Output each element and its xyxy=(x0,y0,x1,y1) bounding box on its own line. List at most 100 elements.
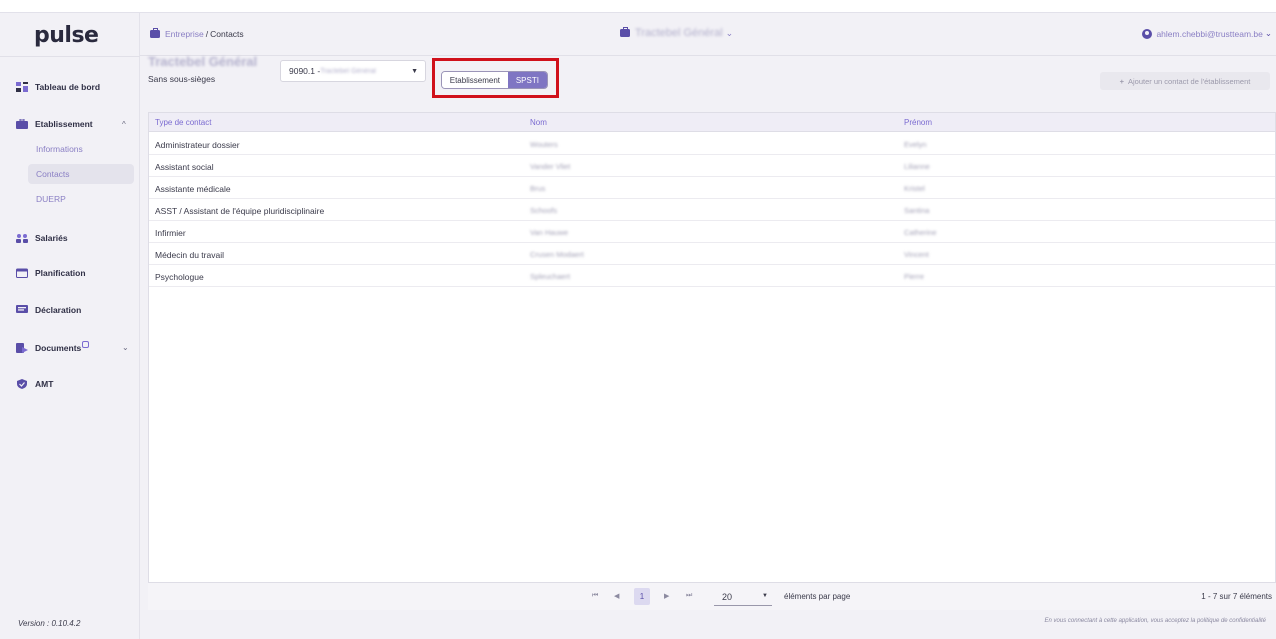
sidebar-item-dashboard[interactable]: Tableau de bord xyxy=(16,78,100,96)
cell-prenom: Lilianne xyxy=(904,162,930,171)
cell-type: Infirmier xyxy=(155,228,186,238)
caret-down-icon: ▼ xyxy=(411,68,418,75)
select-code: 9090.1 - xyxy=(289,66,321,76)
cell-nom: Van Hauwe xyxy=(530,228,569,237)
sidebar-item-declaration[interactable]: Déclaration xyxy=(16,301,81,319)
document-icon xyxy=(16,343,28,353)
last-page-icon[interactable]: ⏭ xyxy=(686,592,692,600)
select-value: Tractebel Général xyxy=(320,67,376,75)
prev-page-icon[interactable]: ◀ xyxy=(614,592,619,600)
cell-nom: Brus xyxy=(530,184,546,193)
cell-prenom: Catherine xyxy=(904,228,937,237)
users-icon xyxy=(16,234,28,243)
sidebar-item-label: Etablissement xyxy=(35,119,93,129)
sidebar-item-etablissement[interactable]: Etablissement xyxy=(16,115,93,133)
sidebar-item-label: Tableau de bord xyxy=(35,82,101,92)
sidebar-item-documents[interactable]: Documents xyxy=(16,339,90,357)
table-row[interactable]: ASST / Assistant de l'équipe pluridiscip… xyxy=(149,199,1275,221)
chevron-down-icon[interactable]: ⌄ xyxy=(122,343,129,352)
sidebar-item-label: AMT xyxy=(35,379,54,389)
table-row[interactable]: Infirmier Van Hauwe Catherine xyxy=(149,221,1275,243)
establishment-select[interactable]: 9090.1 - Tractebel Général ▼ xyxy=(280,60,426,82)
cell-prenom: Santina xyxy=(904,206,930,215)
briefcase-icon xyxy=(620,27,630,37)
top-strip xyxy=(560,0,1060,12)
sidebar-subitem-informations[interactable]: Informations xyxy=(28,139,134,159)
establishment-header: Tractebel Général Sans sous-sièges xyxy=(148,54,257,84)
establishment-title: Tractebel Général xyxy=(148,54,258,69)
sidebar-item-label: Documents xyxy=(35,343,82,353)
add-contact-button[interactable]: + Ajouter un contact de l'établissement xyxy=(1100,72,1270,90)
first-page-icon[interactable]: ⏮ xyxy=(592,592,598,600)
pulse-logo[interactable]: pulse xyxy=(34,23,99,48)
establishment-subtitle: Sans sous-sièges xyxy=(148,74,216,84)
page-button-current[interactable]: 1 xyxy=(634,588,650,605)
cell-nom: Wouters xyxy=(530,140,558,149)
briefcase-icon xyxy=(16,119,28,129)
breadcrumb-link-entreprise[interactable]: Entreprise xyxy=(165,29,204,39)
table-row[interactable]: Administrateur dossier Wouters Evelyn xyxy=(149,133,1275,155)
logo-divider xyxy=(0,56,140,57)
sidebar-subitem-duerp[interactable]: DUERP xyxy=(28,189,134,209)
pagination-bar: ⏮ ◀ 1 ▶ ⏭ 20 ▼ éléments par page 1 - 7 s… xyxy=(148,582,1276,610)
breadcrumb-current: Contacts xyxy=(210,29,244,39)
sidebar: pulse Tableau de bord Etablissement ^ In… xyxy=(0,13,140,639)
cell-nom: Spleuchaert xyxy=(530,272,571,281)
column-header-type[interactable]: Type de contact xyxy=(155,118,211,127)
privacy-notice: En vous connectant à cette application, … xyxy=(1044,618,1266,624)
cell-type: Psychologue xyxy=(155,272,204,282)
table-header: Type de contact Nom Prénom xyxy=(149,113,1275,132)
message-icon xyxy=(16,305,28,313)
calendar-icon xyxy=(16,268,28,278)
contact-source-toggle: Etablissement SPSTI xyxy=(441,71,548,89)
sidebar-item-label: Planification xyxy=(35,268,86,278)
per-page-label: éléments par page xyxy=(784,592,851,601)
app-version: Version : 0.10.4.2 xyxy=(18,619,81,628)
cell-prenom: Evelyn xyxy=(904,140,927,149)
breadcrumb-separator: / xyxy=(205,29,209,39)
cell-nom: Schoofs xyxy=(530,206,558,215)
user-email: ahlem.chebbi@trustteam.be xyxy=(1156,28,1263,39)
cell-type: Médecin du travail xyxy=(155,250,224,260)
cell-prenom: Pierre xyxy=(904,272,925,281)
cell-prenom: Vincent xyxy=(904,250,929,259)
sidebar-item-planification[interactable]: Planification xyxy=(16,264,86,282)
add-user-icon: + xyxy=(1119,76,1125,86)
notification-badge xyxy=(82,340,90,348)
shield-icon xyxy=(17,379,27,389)
column-header-prenom[interactable]: Prénom xyxy=(904,118,932,127)
top-header: Entreprise / Contacts Tractebel Général … xyxy=(140,13,1276,56)
next-page-icon[interactable]: ▶ xyxy=(664,592,669,600)
table-row[interactable]: Psychologue Spleuchaert Pierre xyxy=(149,265,1275,287)
toggle-spsti[interactable]: SPSTI xyxy=(507,72,547,88)
chevron-up-icon[interactable]: ^ xyxy=(122,120,126,129)
caret-down-icon: ▼ xyxy=(762,593,768,599)
sidebar-item-amt[interactable]: AMT xyxy=(16,375,53,393)
toggle-etablissement[interactable]: Etablissement xyxy=(442,72,508,88)
dashboard-icon xyxy=(16,82,28,92)
chevron-down-icon: ⌄ xyxy=(725,27,734,38)
page-size-value: 20 xyxy=(722,591,733,602)
column-header-nom[interactable]: Nom xyxy=(530,118,547,127)
table-row[interactable]: Assistant social Vander Vliet Lilianne xyxy=(149,155,1275,177)
cell-type: Assistante médicale xyxy=(155,184,231,194)
items-count: 1 - 7 sur 7 éléments xyxy=(1201,592,1272,601)
sidebar-item-label: Salariés xyxy=(35,233,68,243)
user-menu[interactable]: ahlem.chebbi@trustteam.be ⌄ xyxy=(1142,28,1272,39)
cell-nom: Vander Vliet xyxy=(530,162,571,171)
cell-type: ASST / Assistant de l'équipe pluridiscip… xyxy=(155,206,325,216)
company-name: Tractebel Général xyxy=(635,27,723,39)
sidebar-item-salaries[interactable]: Salariés xyxy=(16,229,68,247)
sidebar-subitem-contacts[interactable]: Contacts xyxy=(28,164,134,184)
cell-type: Assistant social xyxy=(155,162,214,172)
sidebar-item-label: Déclaration xyxy=(35,305,82,315)
cell-nom: Crusen Modaert xyxy=(530,250,584,259)
add-contact-label: Ajouter un contact de l'établissement xyxy=(1128,76,1251,86)
company-switcher[interactable]: Tractebel Général ⌄ xyxy=(620,27,733,39)
table-row[interactable]: Médecin du travail Crusen Modaert Vincen… xyxy=(149,243,1275,265)
chevron-down-icon: ⌄ xyxy=(1264,28,1272,38)
breadcrumb: Entreprise / Contacts xyxy=(150,28,244,39)
table-row[interactable]: Assistante médicale Brus Kristel xyxy=(149,177,1275,199)
page-size-select[interactable]: 20 ▼ xyxy=(714,588,772,606)
user-icon xyxy=(1142,28,1153,39)
